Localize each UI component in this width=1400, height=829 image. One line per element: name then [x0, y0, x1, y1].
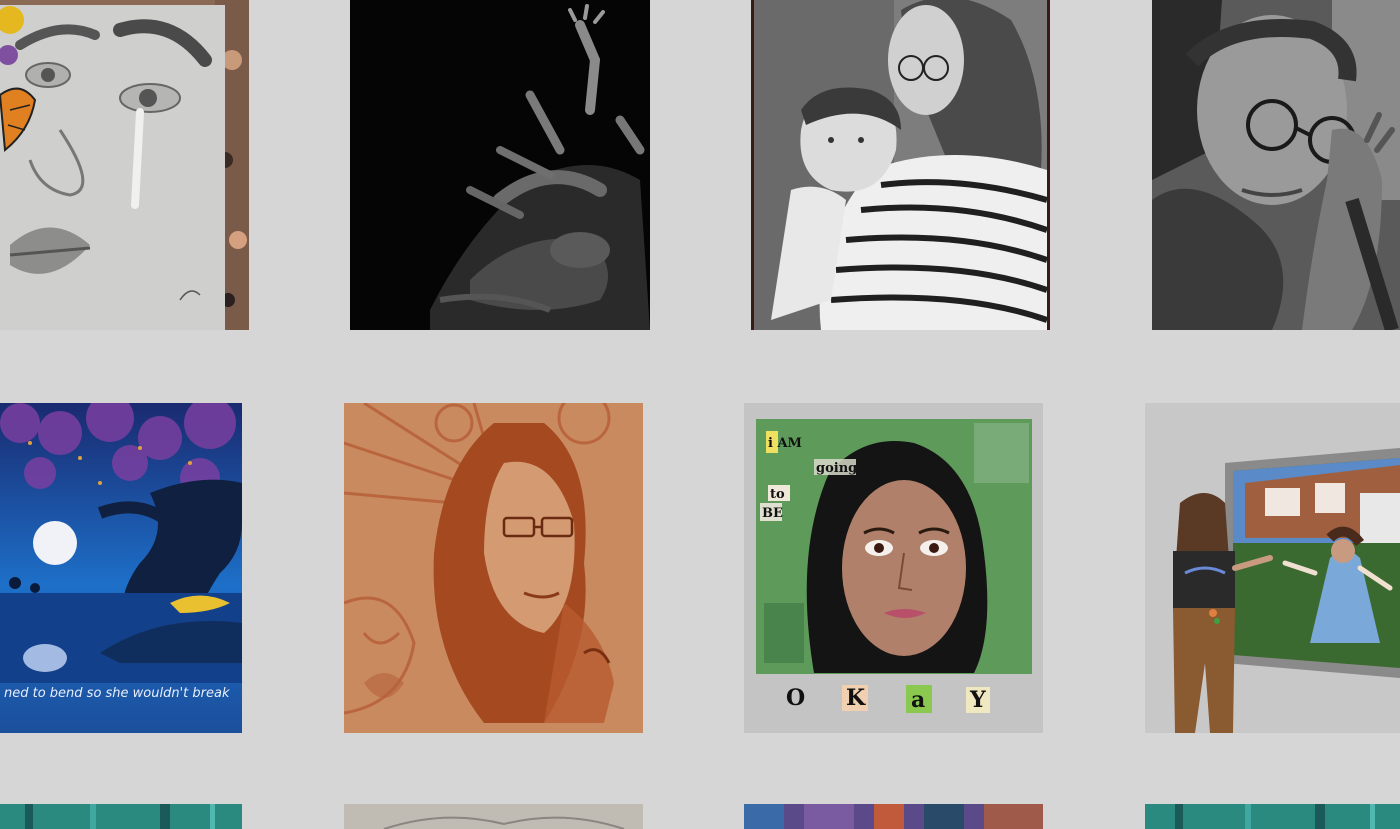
artwork-tile-mother-baby[interactable] [751, 0, 1050, 330]
artwork-tile-teal-partial[interactable] [0, 804, 242, 829]
artwork-tile-elderly-woman[interactable] [1152, 0, 1400, 330]
artwork-moonlit-tree-image: ned to bend so she wouldn't break [0, 403, 242, 733]
artwork-tile-moonlit-tree[interactable]: ned to bend so she wouldn't break [0, 403, 242, 733]
painting-caption: ned to bend so she wouldn't break [4, 686, 230, 701]
collage-letter-y: Y [969, 687, 986, 713]
artwork-collage-portrait-image: i AM going to BE O K a Y [744, 403, 1043, 733]
collage-word-line2: going [816, 461, 857, 476]
artwork-gallery-grid: ned to bend so she wouldn't break i AM g… [0, 0, 1400, 829]
collage-letter-a: a [911, 687, 925, 713]
artwork-tile-crying-face[interactable] [0, 0, 249, 330]
artwork-elderly-woman-image [1152, 0, 1400, 330]
artwork-tile-dark-hands[interactable] [350, 0, 650, 330]
collage-letter-k: K [846, 685, 866, 711]
collage-word-line1: i AM [768, 436, 802, 451]
artwork-colorful-partial-image [744, 804, 1043, 829]
collage-letter-o: O [786, 685, 805, 711]
artwork-sepia-portrait-image [344, 403, 643, 733]
artwork-tile-sepia-portrait[interactable] [344, 403, 643, 733]
artwork-dark-hands-image [350, 0, 650, 330]
artwork-mother-baby-image [751, 0, 1050, 330]
artwork-tile-pencil-partial[interactable] [344, 804, 643, 829]
artwork-teal-partial-2-image [1145, 804, 1400, 829]
artwork-girl-window-image [1145, 403, 1400, 733]
artwork-tile-girl-window[interactable] [1145, 403, 1400, 733]
artwork-crying-face-image [0, 0, 249, 330]
artwork-tile-collage-portrait[interactable]: i AM going to BE O K a Y [744, 403, 1043, 733]
collage-word-line3: to [770, 487, 785, 502]
artwork-tile-teal-partial-2[interactable] [1145, 804, 1400, 829]
artwork-pencil-partial-image [344, 804, 643, 829]
artwork-tile-colorful-partial[interactable] [744, 804, 1043, 829]
artwork-teal-partial-image [0, 804, 242, 829]
collage-word-line4: BE [762, 506, 783, 521]
